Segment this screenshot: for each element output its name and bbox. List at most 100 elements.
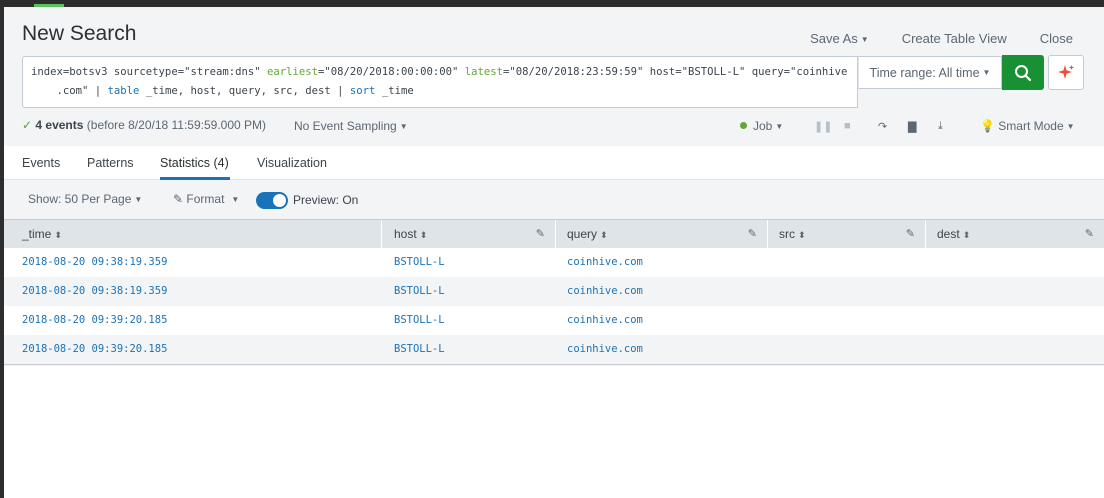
caret-down-icon: ▼	[134, 195, 143, 204]
table-header: _time ⬍ host ⬍ ✎ query ⬍ ✎ src ⬍ ✎ dest ⬍ ✎	[4, 219, 1104, 249]
caret-down-icon: ▼	[1066, 122, 1075, 131]
share-icon[interactable]: ↷	[878, 120, 887, 133]
app-frame: New Search Save As ▼ Create Table View Cl…	[4, 4, 1104, 498]
tab-statistics[interactable]: Statistics (4)	[160, 156, 229, 170]
tab-patterns[interactable]: Patterns	[87, 156, 134, 170]
column-label: dest	[937, 227, 960, 241]
stop-icon[interactable]: ■	[844, 120, 851, 132]
caret-down-icon: ▼	[775, 122, 784, 131]
page-title: New Search	[22, 22, 137, 45]
cell-host[interactable]: BSTOLL-L	[394, 256, 445, 268]
sparkle-icon	[1058, 64, 1074, 79]
caret-down-icon: ▼	[231, 195, 240, 204]
search-mode-label: Smart Mode	[998, 119, 1064, 133]
sort-icon: ⬍	[54, 230, 62, 240]
search-mode-menu[interactable]: 💡 Smart Mode ▼	[980, 119, 1075, 133]
event-sampling-menu[interactable]: No Event Sampling ▼	[294, 119, 408, 133]
format-label: Format	[186, 192, 225, 206]
top-bar	[4, 4, 1104, 7]
column-header-query[interactable]: query ⬍ ✎	[556, 220, 768, 249]
search-button[interactable]	[1002, 55, 1044, 90]
table-row: 2018-08-20 09:38:19.359 BSTOLL-L coinhiv…	[4, 248, 1104, 277]
ai-assistant-button[interactable]	[1048, 55, 1084, 90]
query-text: .com" |	[31, 85, 108, 97]
column-header-host[interactable]: host ⬍ ✎	[382, 220, 556, 249]
column-label: src	[779, 227, 795, 241]
pencil-icon[interactable]: ✎	[536, 227, 545, 240]
sort-icon: ⬍	[798, 230, 806, 240]
create-table-view-link[interactable]: Create Table View	[902, 31, 1007, 46]
results-tabs: Events Patterns Statistics (4) Visualiza…	[4, 146, 1104, 180]
cell-host[interactable]: BSTOLL-L	[394, 285, 445, 297]
query-text: index=botsv3 sourcetype="stream:dns"	[31, 66, 267, 78]
event-sampling-label: No Event Sampling	[294, 119, 397, 133]
save-as-menu[interactable]: Save As ▼	[810, 31, 869, 46]
page-size-menu[interactable]: Show: 50 Per Page ▼	[28, 192, 142, 206]
empty-results-area	[4, 366, 1104, 498]
cell-host[interactable]: BSTOLL-L	[394, 314, 445, 326]
time-range-label: Time range: All time	[869, 65, 980, 80]
cell-time[interactable]: 2018-08-20 09:38:19.359	[22, 285, 167, 297]
column-label: host	[394, 227, 417, 241]
cell-host[interactable]: BSTOLL-L	[394, 343, 445, 355]
table-row: 2018-08-20 09:39:20.185 BSTOLL-L coinhiv…	[4, 335, 1104, 364]
column-header-dest[interactable]: dest ⬍ ✎	[926, 220, 1104, 249]
query-keyword-earliest: earliest	[267, 66, 319, 78]
table-bottom-border	[4, 364, 1104, 365]
pause-icon[interactable]: ❚❚	[814, 120, 832, 133]
cell-time[interactable]: 2018-08-20 09:39:20.185	[22, 314, 167, 326]
job-status-icon	[740, 122, 747, 129]
cell-query[interactable]: coinhive.com	[567, 314, 643, 326]
column-header-time[interactable]: _time ⬍	[4, 220, 382, 249]
page-size-label: Show: 50 Per Page	[28, 192, 132, 206]
cell-time[interactable]: 2018-08-20 09:39:20.185	[22, 343, 167, 355]
preview-toggle[interactable]	[256, 192, 288, 209]
pencil-icon[interactable]: ✎	[906, 227, 915, 240]
close-link[interactable]: Close	[1040, 31, 1073, 46]
query-keyword-latest: latest	[464, 66, 504, 78]
query-text: ="08/20/2018:23:59:59" host="BSTOLL-L" q…	[503, 66, 848, 78]
query-text: _time	[375, 85, 414, 97]
job-label: Job	[753, 119, 773, 133]
search-status-bar: ✓ 4 events (before 8/20/18 11:59:59.000 …	[22, 118, 1092, 136]
results-table: _time ⬍ host ⬍ ✎ query ⬍ ✎ src ⬍ ✎ dest ⬍ ✎ 2018-…	[4, 219, 1104, 365]
export-icon[interactable]: ⤓	[938, 120, 943, 133]
active-tab-indicator	[160, 177, 230, 180]
cell-query[interactable]: coinhive.com	[567, 285, 643, 297]
events-time-bound: (before 8/20/18 11:59:59.000 PM)	[86, 118, 267, 132]
table-row: 2018-08-20 09:38:19.359 BSTOLL-L coinhiv…	[4, 277, 1104, 306]
caret-down-icon: ▼	[399, 122, 408, 131]
caret-down-icon: ▼	[860, 34, 869, 44]
sort-icon: ⬍	[419, 230, 428, 240]
cell-query[interactable]: coinhive.com	[567, 343, 643, 355]
cell-time[interactable]: 2018-08-20 09:38:19.359	[22, 256, 167, 268]
results-toolbar: Show: 50 Per Page ▼ ✎ Format ▼ Preview: On	[4, 181, 1104, 220]
save-as-label: Save As	[810, 30, 858, 46]
column-label: query	[567, 227, 598, 241]
events-count: 4 events	[35, 118, 84, 132]
pencil-icon[interactable]: ✎	[748, 227, 757, 240]
search-icon	[1015, 64, 1032, 81]
header-actions: Save As ▼ Create Table View Close	[810, 28, 1104, 48]
cell-query[interactable]: coinhive.com	[567, 256, 643, 268]
sort-icon: ⬍	[600, 230, 608, 240]
lightbulb-icon: 💡	[980, 119, 995, 133]
pencil-icon[interactable]: ✎	[1085, 227, 1094, 240]
query-command-table: table	[107, 85, 140, 97]
tab-events[interactable]: Events	[22, 156, 60, 170]
checkmark-icon: ✓	[22, 118, 33, 132]
toggle-knob	[273, 194, 286, 207]
print-icon[interactable]: ▇	[908, 120, 916, 133]
caret-down-icon: ▼	[982, 68, 991, 77]
column-header-src[interactable]: src ⬍ ✎	[768, 220, 926, 249]
active-app-indicator	[34, 4, 64, 7]
query-text: ="08/20/2018:00:00:00"	[318, 66, 465, 78]
tab-visualization[interactable]: Visualization	[257, 156, 327, 170]
sort-icon: ⬍	[962, 230, 971, 240]
query-command-sort: sort	[349, 85, 376, 97]
format-menu[interactable]: ✎ Format ▼	[173, 192, 239, 206]
job-menu[interactable]: Job ▼	[740, 119, 783, 133]
column-label: _time	[22, 227, 52, 241]
time-range-picker[interactable]: Time range: All time ▼	[858, 56, 1002, 89]
search-query-input[interactable]: index=botsv3 sourcetype="stream:dns" ear…	[22, 56, 858, 108]
